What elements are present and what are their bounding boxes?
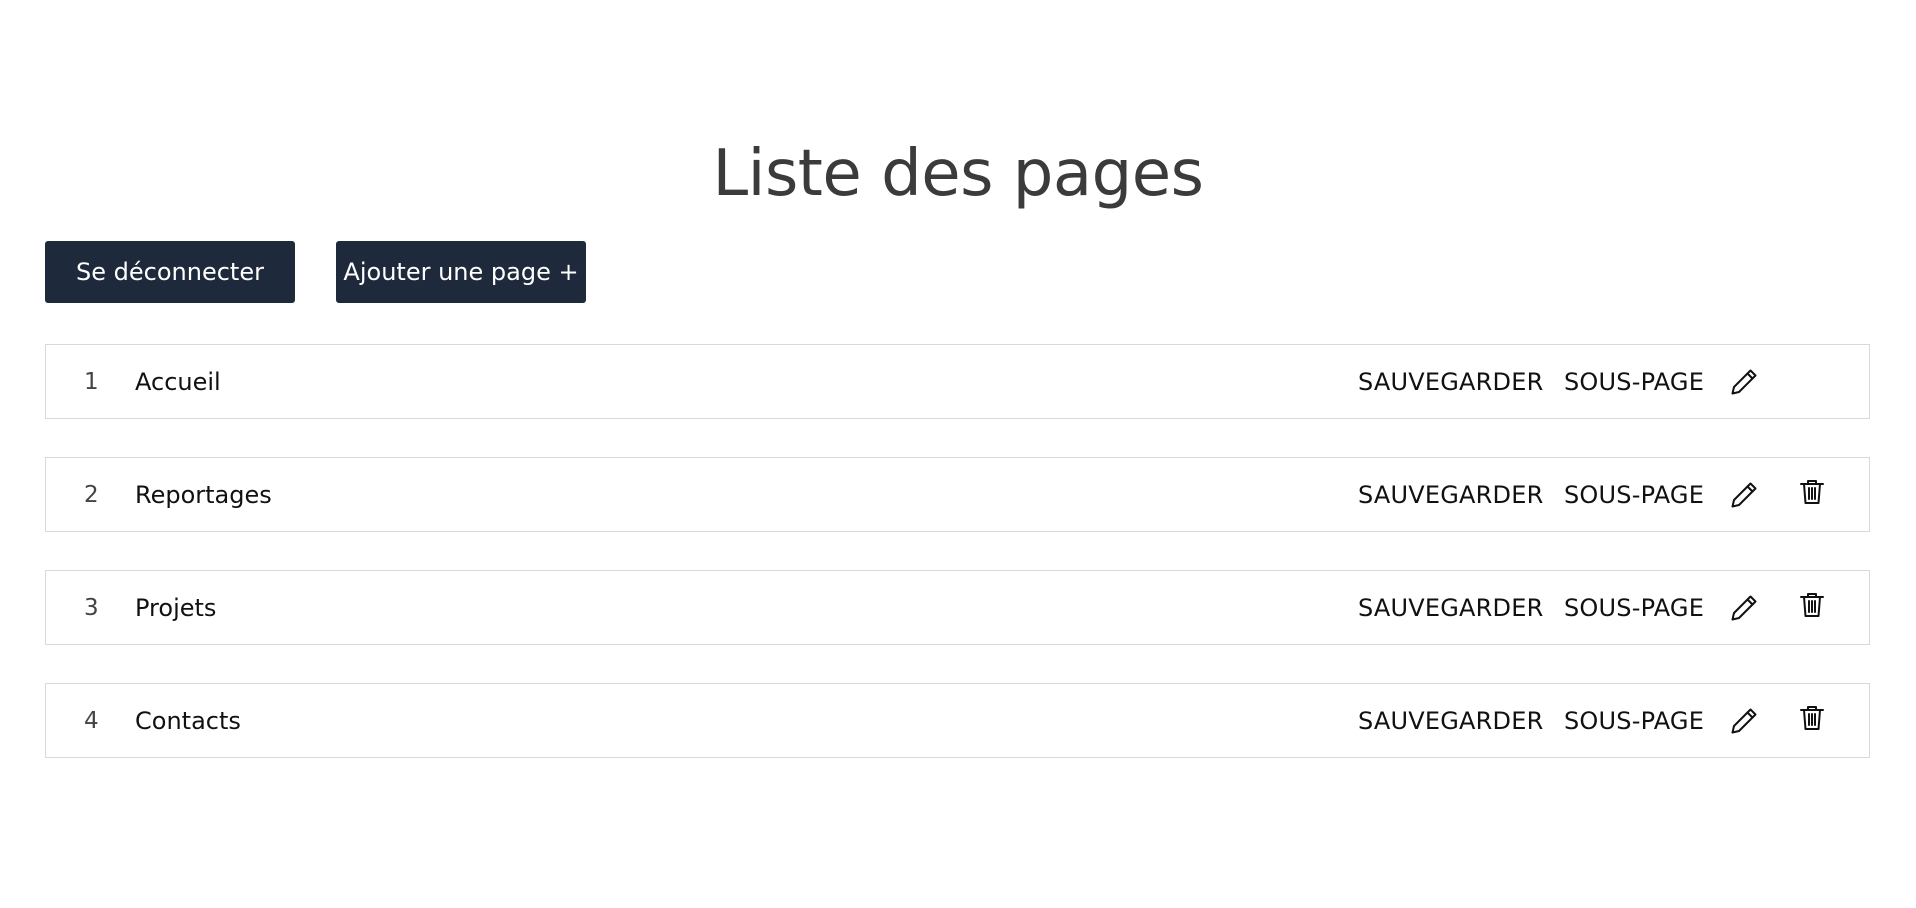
logout-button[interactable]: Se déconnecter bbox=[45, 241, 295, 303]
page-index: 4 bbox=[84, 708, 99, 734]
pencil-icon[interactable] bbox=[1728, 366, 1760, 398]
trash-icon[interactable] bbox=[1796, 702, 1828, 734]
page-index: 2 bbox=[84, 482, 99, 508]
save-button[interactable]: SAUVEGARDER bbox=[1358, 571, 1543, 645]
pencil-icon[interactable] bbox=[1728, 592, 1760, 624]
save-button[interactable]: SAUVEGARDER bbox=[1358, 684, 1543, 758]
save-button[interactable]: SAUVEGARDER bbox=[1358, 458, 1543, 532]
subpage-button[interactable]: SOUS-PAGE bbox=[1564, 345, 1704, 419]
add-page-button[interactable]: Ajouter une page + bbox=[336, 241, 586, 303]
page-index: 1 bbox=[84, 369, 99, 395]
page-row: 1 Accueil SAUVEGARDER SOUS-PAGE bbox=[45, 344, 1870, 419]
subpage-button[interactable]: SOUS-PAGE bbox=[1564, 571, 1704, 645]
page-list: 1 Accueil SAUVEGARDER SOUS-PAGE 2 Report… bbox=[45, 344, 1870, 796]
subpage-button[interactable]: SOUS-PAGE bbox=[1564, 458, 1704, 532]
page-row: 3 Projets SAUVEGARDER SOUS-PAGE bbox=[45, 570, 1870, 645]
page-index: 3 bbox=[84, 595, 99, 621]
save-button[interactable]: SAUVEGARDER bbox=[1358, 345, 1543, 419]
page-title: Liste des pages bbox=[712, 137, 1204, 211]
page-title-label: Reportages bbox=[135, 481, 272, 509]
page-row: 4 Contacts SAUVEGARDER SOUS-PAGE bbox=[45, 683, 1870, 758]
pencil-icon[interactable] bbox=[1728, 479, 1760, 511]
trash-icon[interactable] bbox=[1796, 476, 1828, 508]
subpage-button[interactable]: SOUS-PAGE bbox=[1564, 684, 1704, 758]
pencil-icon[interactable] bbox=[1728, 705, 1760, 737]
page-title-label: Projets bbox=[135, 594, 217, 622]
page-row: 2 Reportages SAUVEGARDER SOUS-PAGE bbox=[45, 457, 1870, 532]
trash-icon[interactable] bbox=[1796, 589, 1828, 621]
page-title-label: Contacts bbox=[135, 707, 241, 735]
page-title-label: Accueil bbox=[135, 368, 221, 396]
